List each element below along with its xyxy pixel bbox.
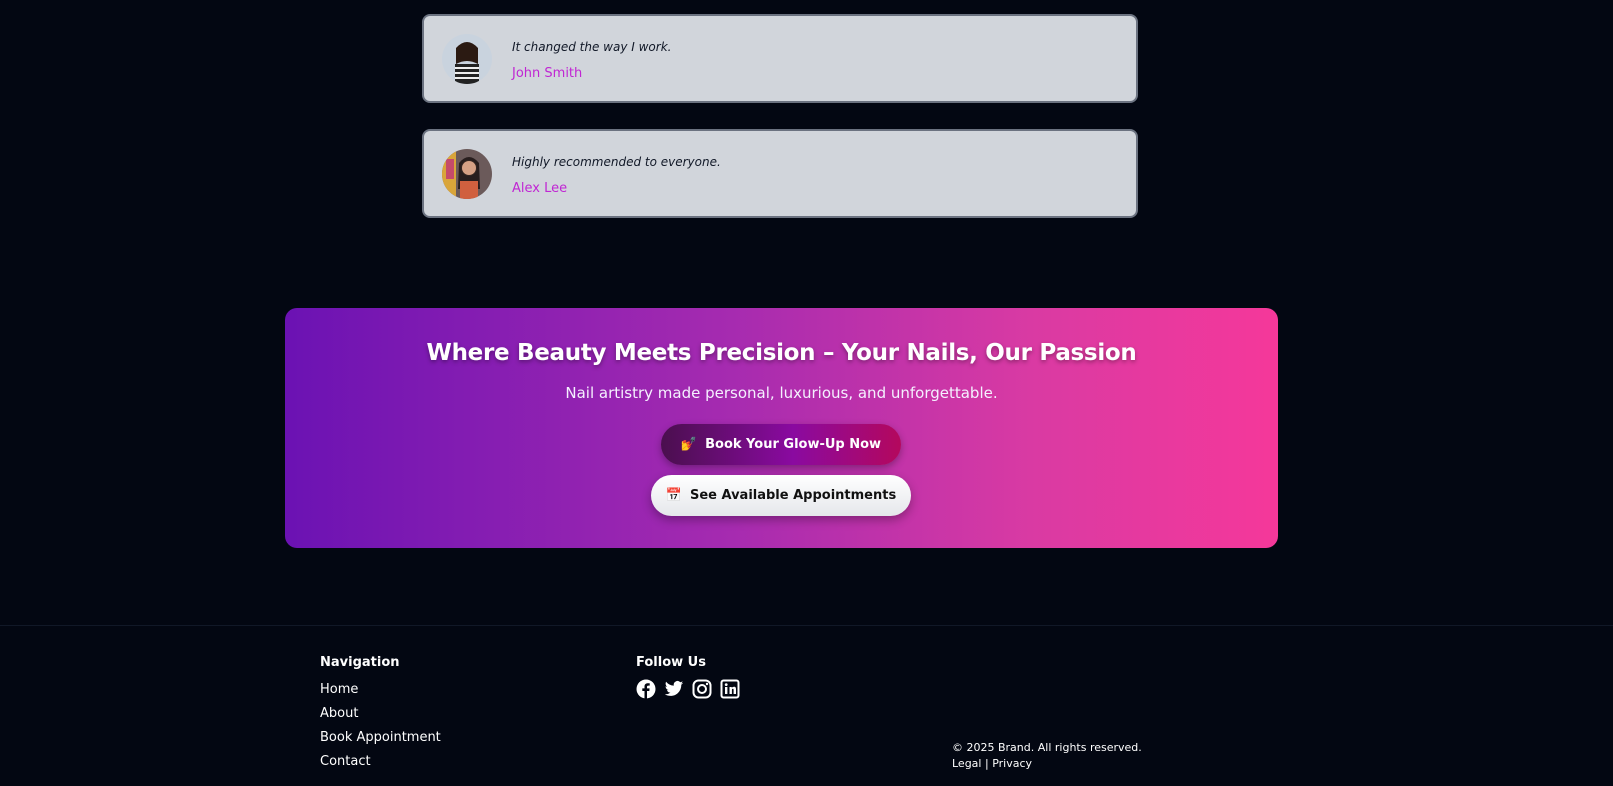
footer-navigation-title: Navigation [320, 655, 400, 670]
footer-divider [0, 625, 1613, 626]
testimonial-author: Alex Lee [512, 181, 568, 196]
copyright-text: © 2025 Brand. All rights reserved. [952, 741, 1142, 754]
privacy-link[interactable]: Privacy [992, 757, 1032, 770]
legal-link[interactable]: Legal [952, 757, 981, 770]
book-glow-up-button[interactable]: 💅 Book Your Glow-Up Now [661, 424, 901, 465]
footer-link-contact[interactable]: Contact [320, 754, 371, 769]
footer-link-about[interactable]: About [320, 706, 358, 721]
facebook-icon[interactable] [636, 679, 656, 699]
calendar-icon: 📅 [665, 488, 682, 503]
testimonial-quote: Highly recommended to everyone. [512, 155, 721, 169]
testimonial-quote: It changed the way I work. [512, 40, 672, 54]
cta-title: Where Beauty Meets Precision – Your Nail… [426, 340, 1137, 366]
avatar [442, 149, 492, 199]
testimonial-card: Highly recommended to everyone. Alex Lee [422, 129, 1138, 218]
testimonial-card: It changed the way I work. John Smith [422, 14, 1138, 103]
linkedin-icon[interactable] [720, 679, 740, 699]
cta-subtitle: Nail artistry made personal, luxurious, … [565, 384, 998, 402]
book-glow-up-label: Book Your Glow-Up Now [705, 437, 882, 452]
footer-link-home[interactable]: Home [320, 682, 358, 697]
footer-link-book-appointment[interactable]: Book Appointment [320, 730, 441, 745]
cta-banner: Where Beauty Meets Precision – Your Nail… [285, 308, 1278, 548]
testimonial-author: John Smith [512, 66, 583, 81]
legal-separator: | [984, 757, 989, 770]
see-appointments-button[interactable]: 📅 See Available Appointments [651, 475, 911, 516]
legal-links: Legal | Privacy [952, 757, 1032, 770]
footer-follow-title: Follow Us [636, 655, 706, 670]
nail-polish-icon: 💅 [680, 437, 698, 452]
twitter-icon[interactable] [664, 679, 684, 699]
instagram-icon[interactable] [692, 679, 712, 699]
avatar [442, 34, 492, 84]
see-appointments-label: See Available Appointments [689, 488, 897, 503]
